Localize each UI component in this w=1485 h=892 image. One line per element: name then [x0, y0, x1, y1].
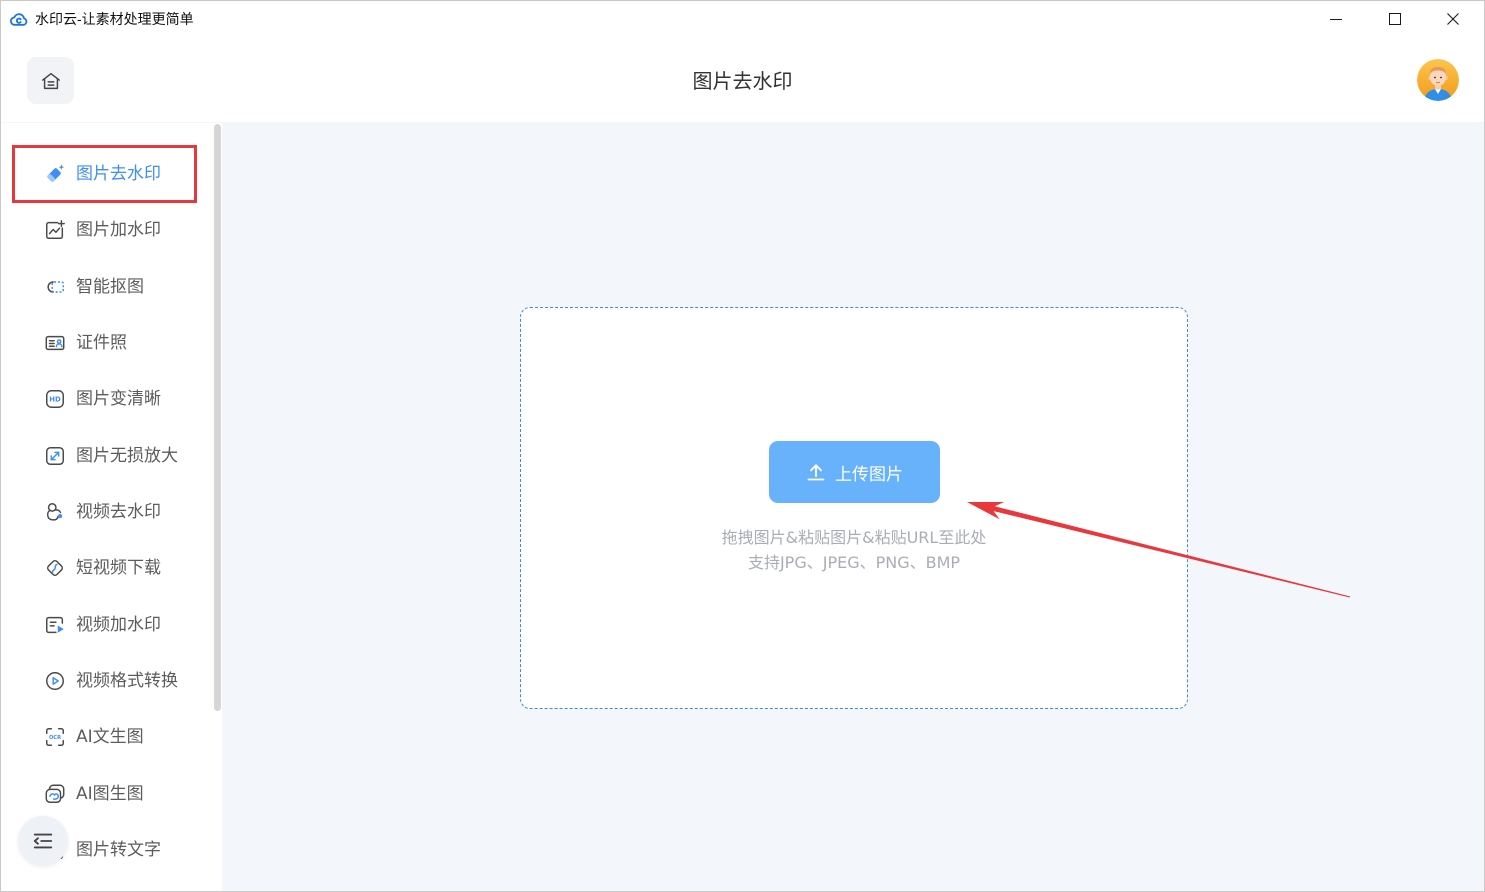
upload-drop-zone[interactable]: 上传图片 拖拽图片&粘贴图片&粘贴URL至此处 支持JPG、JPEG、PNG、B…: [520, 307, 1188, 709]
hd-icon-label: HD: [49, 396, 61, 404]
home-button[interactable]: [27, 57, 74, 104]
sidebar-item-remove-video-watermark[interactable]: 视频去水印: [0, 484, 210, 540]
sidebar-item-label: AI图生图: [76, 783, 144, 804]
sidebar-item-ai-image-to-image[interactable]: AI图生图: [0, 766, 210, 822]
sidebar-item-smart-cutout[interactable]: 智能抠图: [0, 259, 210, 315]
enlarge-icon: [44, 445, 66, 467]
close-icon: [1447, 13, 1459, 25]
eraser-icon: [44, 163, 66, 185]
sidebar-item-label: 证件照: [76, 333, 127, 354]
minimize-icon: [1330, 19, 1342, 20]
video-download-icon: [44, 557, 66, 579]
sidebar-item-label: AI文生图: [76, 727, 144, 748]
hd-icon: HD: [44, 388, 66, 410]
ocr-icon-label: OCR: [49, 735, 61, 741]
upload-hints: 拖拽图片&粘贴图片&粘贴URL至此处 支持JPG、JPEG、PNG、BMP: [521, 525, 1187, 575]
sidebar-item-remove-image-watermark[interactable]: 图片去水印: [0, 146, 210, 202]
window-title: 水印云-让素材处理更简单: [35, 11, 194, 27]
sidebar-item-add-video-watermark[interactable]: 视频加水印: [0, 597, 210, 653]
maximize-icon: [1389, 13, 1401, 25]
cutout-icon: [44, 276, 66, 298]
sidebar-scrollbar[interactable]: [214, 124, 221, 711]
sidebar-item-label: 图片加水印: [76, 220, 161, 241]
image-to-image-icon: [44, 783, 66, 805]
upload-button-label: 上传图片: [835, 464, 903, 485]
user-avatar-icon: [1417, 59, 1459, 101]
sidebar-item-label: 图片无损放大: [76, 445, 178, 466]
sidebar-item-video-format-convert[interactable]: 视频格式转换: [0, 653, 210, 709]
sidebar-item-label: 视频加水印: [76, 614, 161, 635]
sidebar-item-image-sharpen[interactable]: HD 图片变清晰: [0, 371, 210, 427]
cloud-logo-icon: [9, 9, 29, 29]
sidebar-item-label: 视频去水印: [76, 502, 161, 523]
header: 图片去水印: [0, 40, 1485, 122]
sidebar-item-label: 视频格式转换: [76, 671, 178, 692]
upload-hint-drop: 拖拽图片&粘贴图片&粘贴URL至此处: [721, 528, 987, 547]
video-watermark-icon: [44, 614, 66, 636]
upload-hint-formats: 支持JPG、JPEG、PNG、BMP: [747, 553, 961, 572]
format-convert-icon: [44, 670, 66, 692]
avatar[interactable]: [1417, 59, 1459, 101]
minimize-button[interactable]: [1307, 0, 1365, 38]
close-button[interactable]: [1424, 0, 1482, 38]
sidebar-item-ai-text-to-image[interactable]: OCR AI文生图: [0, 709, 210, 765]
sidebar: 图片去水印 图片加水印 智能抠图 证件照 HD 图片变清晰 图片无损放大 视频去…: [0, 123, 222, 892]
sidebar-item-add-image-watermark[interactable]: 图片加水印: [0, 202, 210, 258]
collapse-menu-icon: [33, 833, 53, 849]
main-content: 上传图片 拖拽图片&粘贴图片&粘贴URL至此处 支持JPG、JPEG、PNG、B…: [222, 122, 1485, 892]
page-title: 图片去水印: [692, 69, 793, 93]
sidebar-nav: 图片去水印 图片加水印 智能抠图 证件照 HD 图片变清晰 图片无损放大 视频去…: [0, 146, 210, 878]
sidebar-item-label: 智能抠图: [76, 276, 144, 297]
sidebar-item-label: 图片转文字: [76, 840, 161, 861]
sidebar-item-short-video-download[interactable]: 短视频下载: [0, 540, 210, 596]
video-remove-icon: [44, 501, 66, 523]
sidebar-item-label: 图片去水印: [76, 164, 161, 185]
home-icon: [41, 72, 60, 89]
upload-icon: [807, 464, 825, 481]
id-card-icon: [44, 332, 66, 354]
sidebar-item-lossless-enlarge[interactable]: 图片无损放大: [0, 428, 210, 484]
maximize-button[interactable]: [1366, 0, 1424, 38]
upload-button[interactable]: 上传图片: [769, 441, 940, 503]
title-bar: 水印云-让素材处理更简单: [0, 0, 1485, 40]
image-add-icon: [44, 219, 66, 241]
sidebar-item-id-photo[interactable]: 证件照: [0, 315, 210, 371]
ocr-scan-icon: OCR: [44, 726, 66, 748]
sidebar-item-label: 图片变清晰: [76, 389, 161, 410]
collapse-sidebar-button[interactable]: [18, 816, 68, 866]
sidebar-item-label: 短视频下载: [76, 558, 161, 579]
